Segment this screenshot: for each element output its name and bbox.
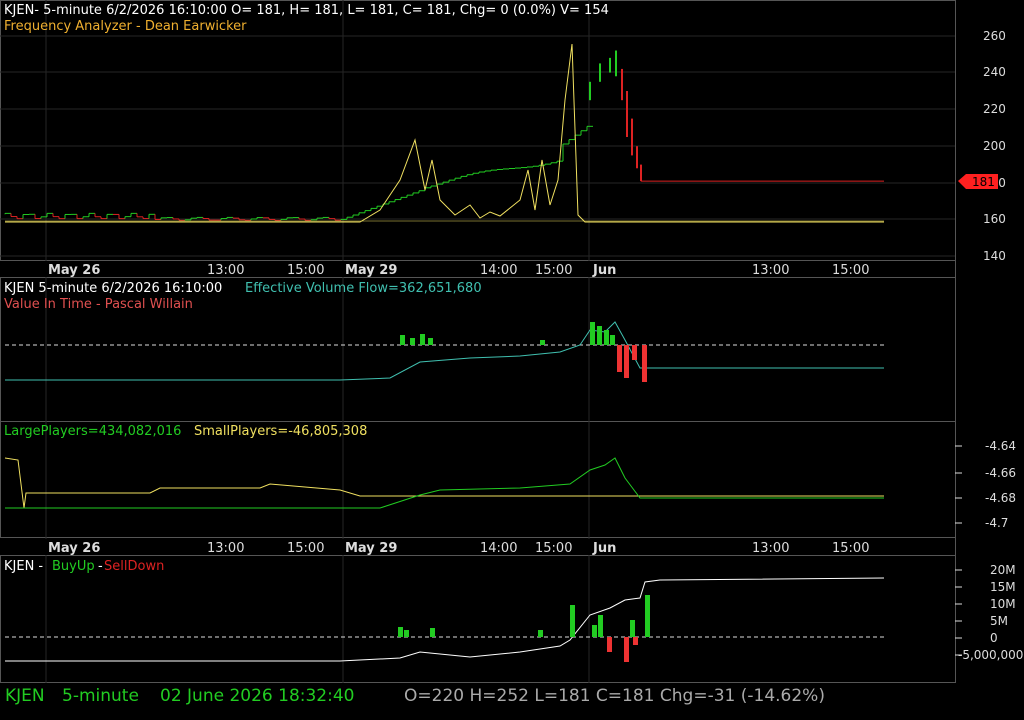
- status-ohlc: O=220 H=252 L=181 C=181 Chg=-31 (-14.62%…: [404, 686, 825, 706]
- buyup-bar: [592, 625, 597, 637]
- buyup-tick-label: 20M: [990, 563, 1016, 577]
- buyup-bar: [398, 627, 403, 637]
- time-tick-label: 15:00: [535, 263, 572, 278]
- players-axis: -4.64 -4.66 -4.68 -4.7: [955, 439, 1016, 530]
- time-axis-middle: May 26 13:00 15:00 May 29 14:00 15:00 Jun 13:00…: [0, 539, 955, 556]
- volume-bar: [590, 322, 595, 345]
- price-tick-label: 240: [983, 65, 1006, 79]
- volume-bar: [610, 335, 615, 345]
- time-axis-bg: [0, 539, 955, 555]
- players-tick-label: -4.66: [985, 466, 1016, 480]
- players-tick-label: -4.68: [985, 491, 1016, 505]
- svg-text:181: 181: [972, 175, 995, 189]
- buyup-bar: [538, 630, 543, 637]
- price-bars: [4, 43, 884, 223]
- price-tick-label: 140: [983, 249, 1006, 263]
- panel2-subtitle: Value In Time - Pascal Willain: [4, 297, 193, 312]
- time-tick-label: May 26: [48, 541, 100, 556]
- panel4-sell: SellDown: [104, 559, 164, 574]
- large-players-label: LargePlayers=434,082,016: [4, 424, 181, 439]
- buyup-bar: [624, 637, 629, 662]
- buyup-bar: [430, 628, 435, 637]
- large-players-line: [5, 457, 884, 509]
- buyup-tick-label: -5,000,000: [958, 648, 1023, 662]
- panel1-title: KJEN- 5-minute 6/2/2026 16:10:00 O= 181,…: [4, 3, 609, 18]
- status-symbol: KJEN: [5, 686, 45, 706]
- volume-bar: [642, 345, 647, 382]
- volume-bar: [420, 334, 425, 345]
- buyup-bar: [570, 605, 575, 637]
- frequency-line: [5, 43, 884, 223]
- status-interval: 5-minute: [62, 686, 139, 706]
- volume-bar: [597, 326, 602, 345]
- volume-bar: [410, 338, 415, 345]
- panel4-prefix: KJEN -: [4, 559, 43, 574]
- volume-bar: [617, 345, 622, 372]
- time-tick-label: 15:00: [287, 263, 324, 278]
- status-bar: KJEN 5-minute 02 June 2026 18:32:40 O=22…: [0, 683, 1024, 720]
- time-tick-label: Jun: [592, 541, 616, 556]
- price-tick-label: 220: [983, 102, 1006, 116]
- players-tick-label: -4.64: [985, 439, 1016, 453]
- volume-bar: [428, 338, 433, 345]
- time-tick-label: 15:00: [287, 541, 324, 556]
- buyup-bar: [633, 637, 638, 645]
- panel-frames: [0, 0, 956, 683]
- buyup-tick-label: 5M: [990, 614, 1008, 628]
- small-players-line: [4, 457, 884, 509]
- time-tick-label: Jun: [592, 263, 616, 278]
- volume-flow-line: [5, 321, 884, 381]
- buyup-bar: [598, 615, 603, 637]
- players-plot: [4, 457, 884, 509]
- volume-bar: [540, 340, 545, 345]
- time-tick-label: 13:00: [752, 263, 789, 278]
- time-tick-label: May 29: [345, 541, 397, 556]
- time-tick-label: 14:00: [480, 541, 517, 556]
- chart-canvas[interactable]: KJEN- 5-minute 6/2/2026 16:10:00 O= 181,…: [0, 0, 1024, 683]
- time-axis-bg: [0, 261, 955, 277]
- time-tick-label: May 29: [345, 263, 397, 278]
- last-price-marker: 181: [958, 174, 998, 189]
- panel2-indicator: Effective Volume Flow=362,651,680: [245, 281, 482, 296]
- buyup-bar: [645, 595, 650, 637]
- volume-bar: [632, 345, 637, 360]
- price-axis: 260240220200180160140: [0, 29, 1006, 263]
- buyup-bar: [630, 620, 635, 637]
- time-tick-label: 15:00: [832, 263, 869, 278]
- time-tick-label: 13:00: [752, 541, 789, 556]
- panel2-title: KJEN 5-minute 6/2/2026 16:10:00: [4, 281, 222, 296]
- time-axis-top: May 26 13:00 15:00 May 29 14:00 15:00 Jun 13:00…: [0, 261, 955, 278]
- buyup-tick-label: 15M: [990, 580, 1016, 594]
- price-tick-label: 200: [983, 139, 1006, 153]
- buyup-tick-label: 0: [990, 631, 998, 645]
- time-tick-label: 15:00: [535, 541, 572, 556]
- grid: [45, 0, 590, 683]
- buyup-line: [5, 577, 885, 662]
- volume-flow-plot: [5, 321, 884, 382]
- price-tick-label: 260: [983, 29, 1006, 43]
- buyup-plot: [5, 577, 885, 662]
- panel4-dash: -: [98, 559, 103, 574]
- volume-bar: [400, 335, 405, 345]
- buyup-tick-label: 10M: [990, 597, 1016, 611]
- panel4-buy: BuyUp: [52, 559, 95, 574]
- price-tick-label: 160: [983, 212, 1006, 226]
- time-tick-label: 13:00: [207, 541, 244, 556]
- status-datetime: 02 June 2026 18:32:40: [160, 686, 355, 706]
- volume-bar: [604, 330, 609, 345]
- time-tick-label: 13:00: [207, 263, 244, 278]
- panel1-subtitle: Frequency Analyzer - Dean Earwicker: [4, 19, 247, 34]
- players-tick-label: -4.7: [985, 516, 1008, 530]
- time-tick-label: 14:00: [480, 263, 517, 278]
- volume-bar: [624, 345, 629, 378]
- time-tick-label: 15:00: [832, 541, 869, 556]
- buyup-axis: 20M 15M 10M 5M 0 -5,000,000: [955, 563, 1023, 662]
- time-tick-label: May 26: [48, 263, 100, 278]
- buyup-bar: [404, 630, 409, 637]
- buyup-bar: [607, 637, 612, 652]
- small-players-label: SmallPlayers=-46,805,308: [194, 424, 367, 439]
